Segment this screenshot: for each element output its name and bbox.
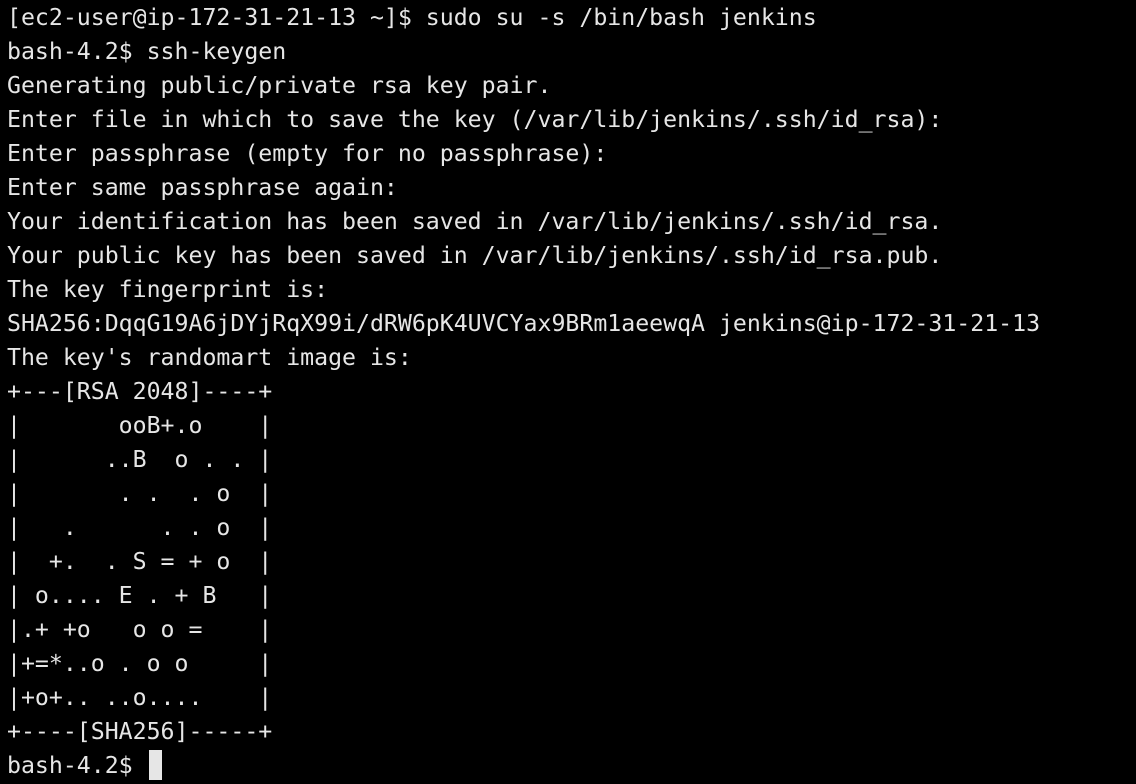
terminal-line: Generating public/private rsa key pair. (7, 72, 552, 99)
prompt-line[interactable]: bash-4.2$ (7, 749, 1136, 783)
randomart-row: | o.... E . + B | (7, 582, 273, 609)
randomart-row: | +. . S = + o | (7, 548, 273, 575)
terminal-line: The key's randomart image is: (7, 344, 412, 371)
terminal-line: Enter passphrase (empty for no passphras… (7, 140, 608, 167)
randomart-bottom-border: +----[SHA256]-----+ (7, 718, 273, 745)
text-cursor (148, 749, 162, 780)
terminal-line-command-sudo: [ec2-user@ip-172-31-21-13 ~]$ sudo su -s… (7, 4, 817, 31)
randomart-row: |+=*..o . o o | (7, 650, 273, 677)
randomart-row: | ooB+.o | (7, 412, 273, 439)
terminal-line: Enter file in which to save the key (/va… (7, 106, 943, 133)
terminal-line: Your identification has been saved in /v… (7, 208, 943, 235)
randomart-row: | . . . o | (7, 514, 273, 541)
randomart-row: |.+ +o o o = | (7, 616, 273, 643)
terminal-line: Your public key has been saved in /var/l… (7, 242, 943, 269)
terminal-line-command-ssh-keygen: bash-4.2$ ssh-keygen (7, 38, 287, 65)
randomart-row: |+o+.. ..o.... | (7, 684, 273, 711)
randomart-row: | . . . o | (7, 480, 273, 507)
shell-prompt: bash-4.2$ (7, 752, 147, 779)
terminal-line: The key fingerprint is: (7, 276, 329, 303)
terminal-line: Enter same passphrase again: (7, 174, 398, 201)
terminal-window[interactable]: [ec2-user@ip-172-31-21-13 ~]$ sudo su -s… (0, 0, 1136, 784)
key-fingerprint-line: SHA256:DqqG19A6jDYjRqX99i/dRW6pK4UVCYax9… (7, 310, 1041, 337)
randomart-top-border: +---[RSA 2048]----+ (7, 378, 273, 405)
terminal-output: [ec2-user@ip-172-31-21-13 ~]$ sudo su -s… (7, 0, 1136, 783)
randomart-row: | ..B o . . | (7, 446, 273, 473)
